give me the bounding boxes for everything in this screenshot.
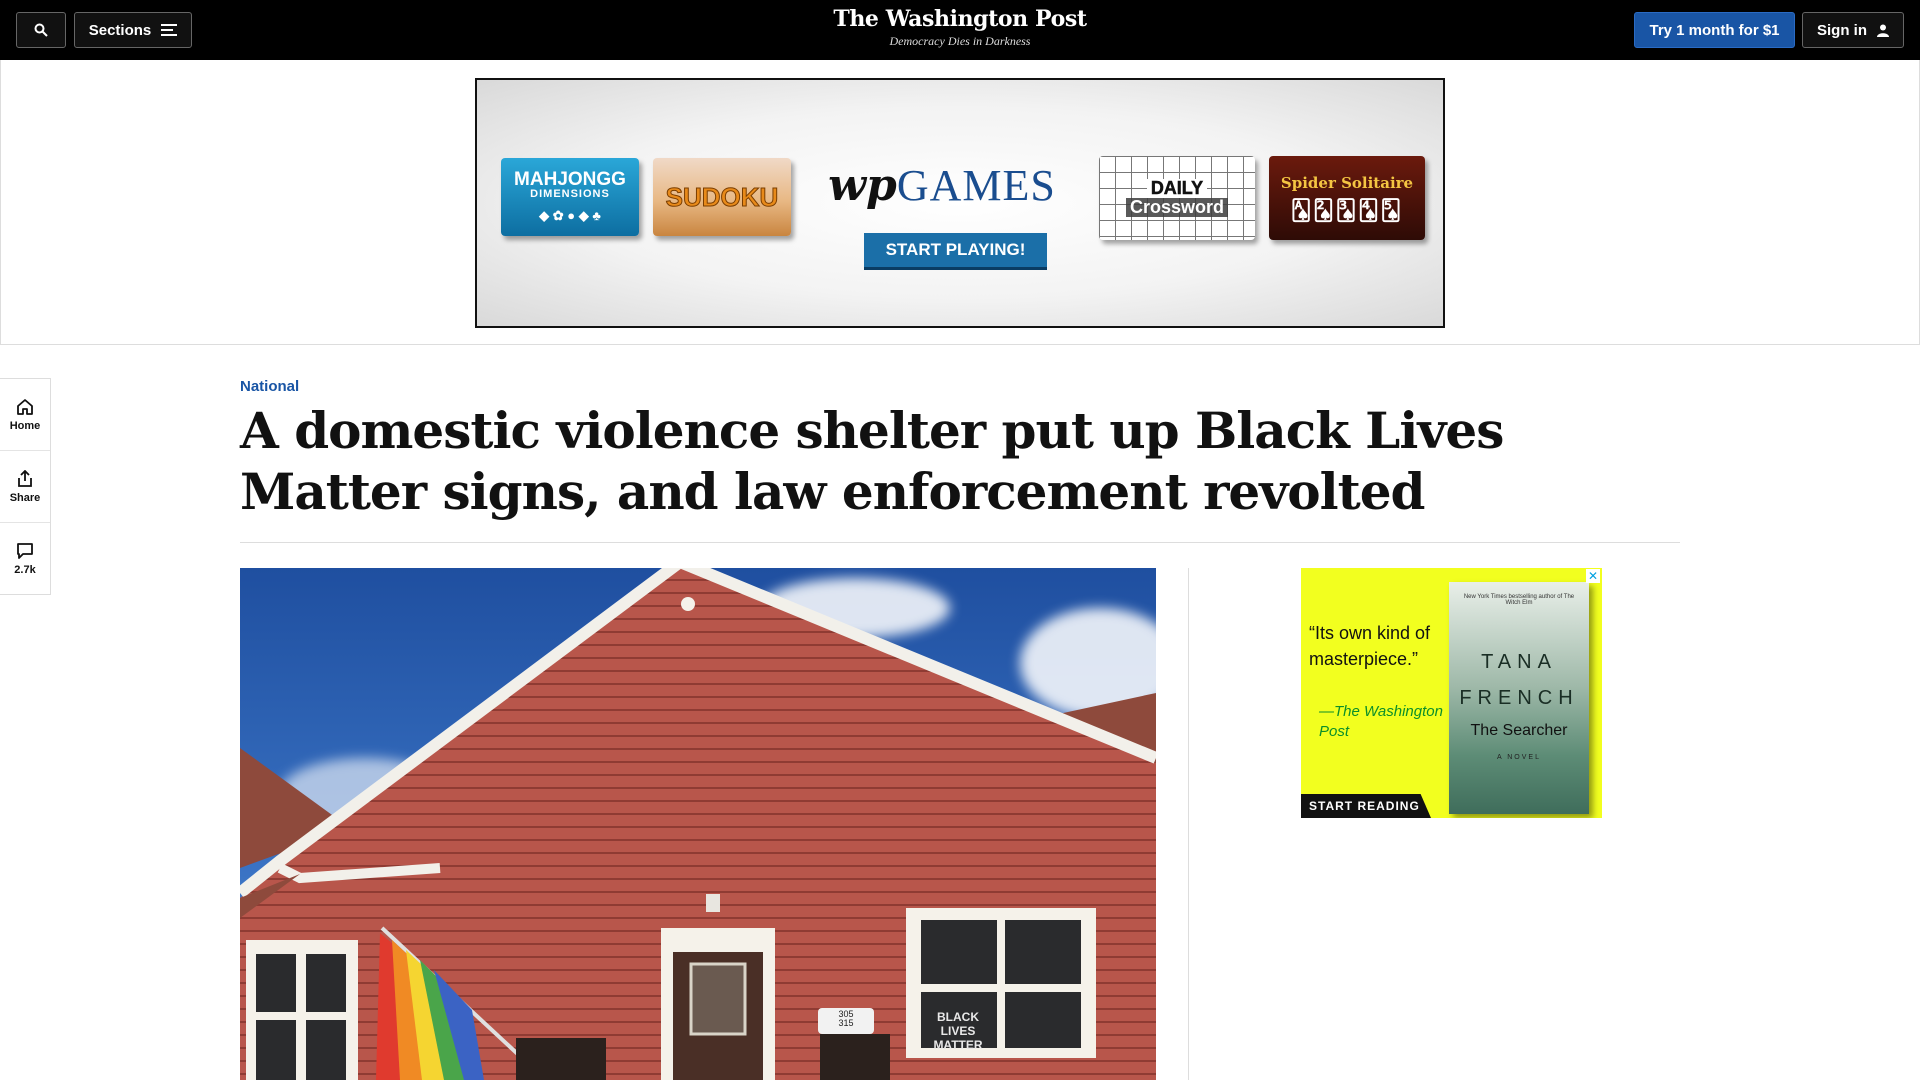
- playing-cards-graphic: 🂡🂢🂣🂤🂥: [1290, 198, 1404, 222]
- subscribe-button[interactable]: Try 1 month for $1: [1634, 12, 1795, 48]
- sections-menu-button[interactable]: Sections: [74, 12, 192, 48]
- window-pane: [1005, 992, 1081, 1048]
- book-cover: New York Times bestselling author of The…: [1449, 582, 1589, 814]
- rail-share-button[interactable]: Share: [0, 451, 50, 523]
- mahjongg-dimensions-tile[interactable]: MAHJONGG DIMENSIONS ◆ ✿ ● ◆ ♣: [501, 158, 639, 236]
- search-icon: [34, 23, 48, 37]
- book-ad[interactable]: “Its own kind of masterpiece.” —The Wash…: [1301, 568, 1602, 818]
- wp-games-ad[interactable]: MAHJONGG DIMENSIONS ◆ ✿ ● ◆ ♣ SUDOKU wpG…: [475, 78, 1445, 328]
- ad-attribution: —The Washington Post: [1319, 703, 1443, 740]
- left-share-rail: Home Share 2.7k: [0, 378, 51, 595]
- wp-monogram: wp: [828, 160, 897, 211]
- user-icon: [1877, 24, 1889, 37]
- ad-close-icon[interactable]: ✕: [1586, 569, 1600, 583]
- house-illustration: [240, 568, 1156, 1080]
- porch-railing: [516, 1038, 606, 1080]
- porch-light: [706, 894, 720, 912]
- mahjongg-subtitle: DIMENSIONS: [530, 187, 610, 200]
- start-reading-button[interactable]: START READING: [1301, 794, 1431, 818]
- sign-in-label: Sign in: [1817, 21, 1867, 39]
- headline-divider: [240, 542, 1680, 543]
- window-pane: [306, 1020, 346, 1080]
- masthead[interactable]: The Washington Post Democracy Dies in Da…: [760, 6, 1160, 49]
- ad-quote: “Its own kind of masterpiece.”: [1309, 623, 1431, 669]
- window-pane: [306, 954, 346, 1012]
- house-number: 305 315: [838, 1009, 854, 1028]
- mahjongg-tiles-graphic: ◆ ✿ ● ◆ ♣: [539, 207, 601, 223]
- spider-solitaire-title: Spider Solitaire: [1280, 174, 1414, 192]
- wp-games-logo: wpGAMES: [822, 160, 1062, 211]
- crossword-daily-label: DAILY: [1146, 178, 1208, 198]
- rail-share-label: Share: [9, 491, 41, 504]
- sign-in-button[interactable]: Sign in: [1802, 12, 1904, 48]
- rail-home-label: Home: [9, 419, 41, 432]
- comment-icon: [17, 543, 33, 559]
- search-button[interactable]: [16, 12, 66, 48]
- lead-photo[interactable]: 305 315 BLACK LIVES MATTER: [240, 568, 1156, 1080]
- sudoku-tile[interactable]: SUDOKU: [653, 158, 791, 236]
- book-title: The Searcher: [1470, 722, 1568, 739]
- section-kicker-link[interactable]: National: [240, 378, 299, 395]
- book-subtitle: A NOVEL: [1497, 754, 1541, 761]
- share-icon: [18, 469, 32, 487]
- door-window: [689, 962, 747, 1036]
- washington-post-logo[interactable]: The Washington Post: [760, 6, 1160, 32]
- window-pane: [256, 954, 296, 1012]
- rail-comments-count: 2.7k: [14, 564, 36, 576]
- home-icon: [17, 398, 33, 415]
- spider-solitaire-tile[interactable]: Spider Solitaire 🂡🂢🂣🂤🂥: [1269, 156, 1425, 240]
- top-navigation-bar: Sections The Washington Post Democracy D…: [0, 0, 1920, 60]
- masthead-tagline: Democracy Dies in Darkness: [889, 34, 1031, 48]
- start-playing-button[interactable]: START PLAYING!: [864, 233, 1047, 267]
- book-blurb: New York Times bestselling author of The…: [1463, 594, 1575, 606]
- column-divider: [1188, 568, 1189, 1080]
- porch-railing: [820, 1034, 890, 1080]
- window-pane: [256, 1020, 296, 1080]
- window-pane: [921, 920, 997, 984]
- article-headline: A domestic violence shelter put up Black…: [240, 401, 1504, 521]
- games-wordmark: GAMES: [896, 161, 1056, 210]
- sections-label: Sections: [88, 21, 152, 39]
- rail-home-button[interactable]: Home: [0, 379, 50, 451]
- daily-crossword-tile[interactable]: DAILY Crossword: [1099, 156, 1255, 240]
- blm-window-sign: BLACK LIVES MATTER: [933, 1010, 983, 1052]
- hamburger-icon: [161, 24, 178, 36]
- rail-comments-button[interactable]: 2.7k: [0, 523, 50, 595]
- window-pane: [1005, 920, 1081, 984]
- roof-light: [681, 597, 695, 611]
- crossword-label: Crossword: [1125, 198, 1229, 217]
- mahjongg-title: MAHJONGG: [514, 168, 626, 190]
- book-author: TANA FRENCH: [1459, 651, 1579, 709]
